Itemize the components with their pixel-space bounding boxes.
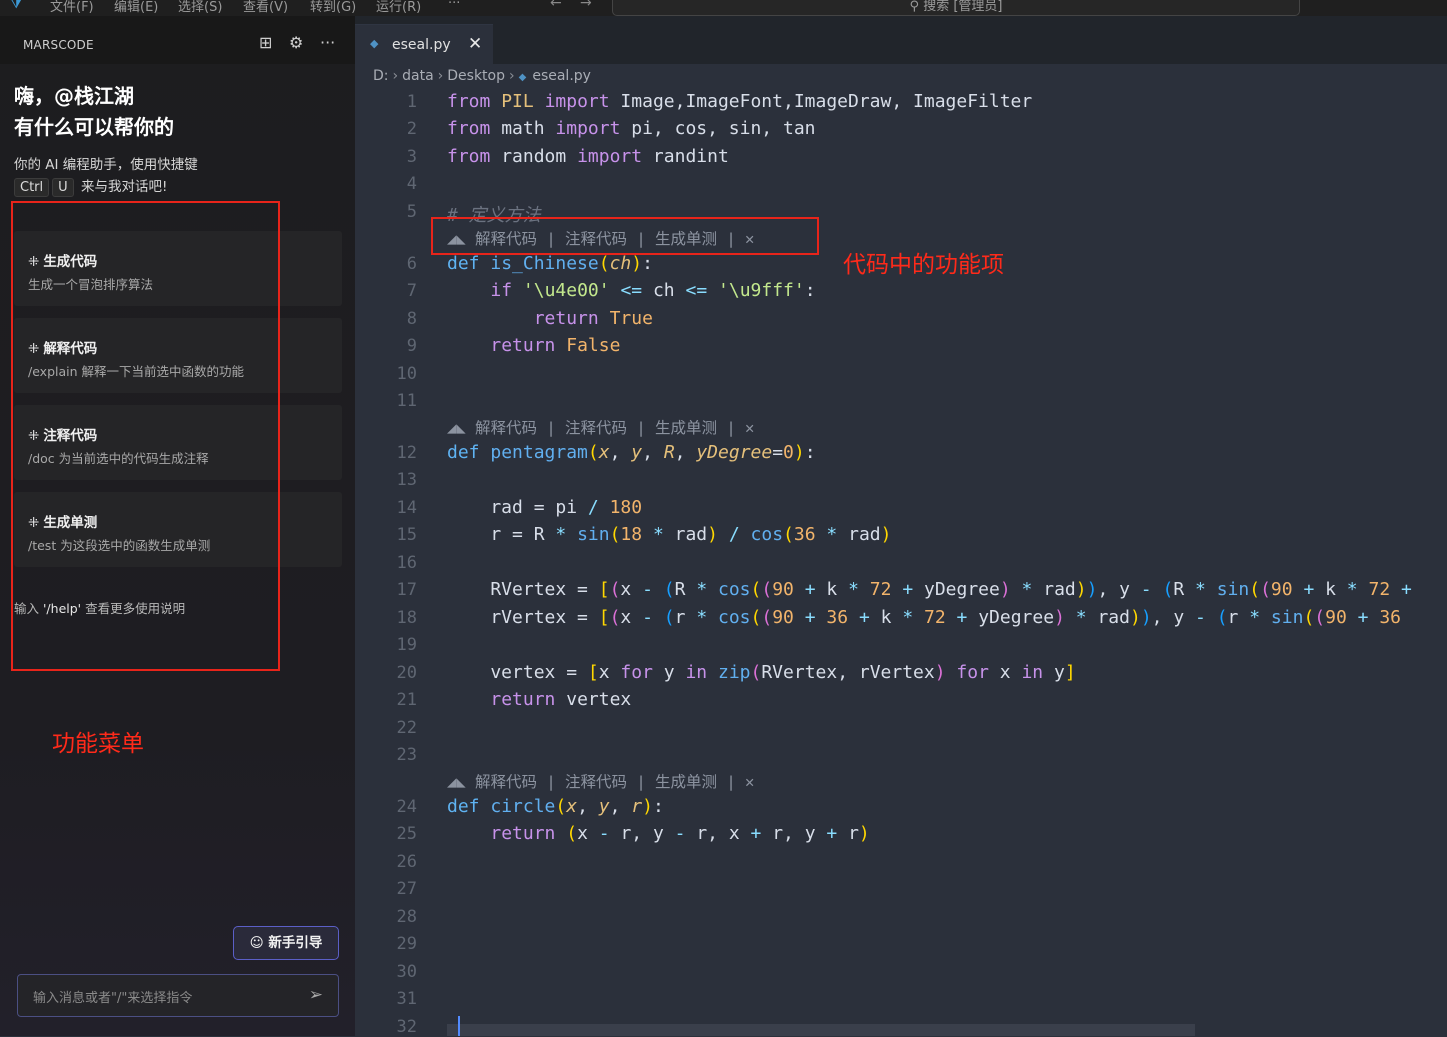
line-number: 6 <box>406 254 417 274</box>
line-number: 17 <box>396 580 417 600</box>
annotation-label-codelens: 代码中的功能项 <box>843 252 1004 278</box>
horizontal-scrollbar[interactable] <box>447 1024 1195 1036</box>
line-number: 10 <box>396 364 417 384</box>
menu-go[interactable]: 转到(G) <box>310 0 356 15</box>
greeting-line-1: 嗨，@栈江湖 <box>14 84 134 108</box>
line-number: 13 <box>396 470 417 490</box>
vscode-logo-icon: ⧩ <box>10 0 23 12</box>
line-number: 8 <box>406 309 417 329</box>
line-number: 20 <box>396 663 417 683</box>
line-number: 21 <box>396 690 417 710</box>
line-number: 27 <box>396 879 417 899</box>
code-line: return True <box>533 308 653 329</box>
greeting-line-2: 有什么可以帮你的 <box>14 115 174 139</box>
line-number: 9 <box>406 336 417 356</box>
annotation-box-menu <box>11 201 280 671</box>
guide-button-label: 新手引导 <box>268 935 323 951</box>
new-chat-icon[interactable]: ⊞ <box>259 33 272 52</box>
menu-file[interactable]: 文件(F) <box>50 0 94 15</box>
code-line: from PIL import Image,ImageFont,ImageDra… <box>447 91 1033 112</box>
code-line: rVertex = [(x - (r * cos((90 + 36 + k * … <box>447 607 1402 628</box>
line-number: 32 <box>396 1017 417 1037</box>
settings-sliders-icon[interactable]: ⚙ <box>289 33 303 52</box>
line-number: 22 <box>396 718 417 738</box>
marscode-logo-icon: ◢◣ <box>447 419 466 437</box>
chat-placeholder: 输入消息或者"/"来选择指令 <box>33 991 193 1006</box>
code-line: def circle(x, y, r): <box>447 796 664 817</box>
line-number: 30 <box>396 962 417 982</box>
code-line: if '\u4e00' <= ch <= '\u9fff': <box>490 280 816 301</box>
line-number: 25 <box>396 824 417 844</box>
sidebar-title: MARSCODE <box>23 38 94 52</box>
line-number: 11 <box>396 391 417 411</box>
menu-edit[interactable]: 编辑(E) <box>114 0 158 15</box>
chat-input[interactable]: 输入消息或者"/"来选择指令 ➢ <box>17 974 339 1017</box>
more-actions-icon[interactable]: ··· <box>320 33 335 52</box>
send-icon[interactable]: ➢ <box>309 985 323 1005</box>
line-number: 7 <box>406 281 417 301</box>
line-number: 23 <box>396 745 417 765</box>
line-number: 31 <box>396 989 417 1009</box>
code-line: from math import pi, cos, sin, tan <box>447 118 816 139</box>
line-number: 18 <box>396 608 417 628</box>
code-line: from random import randint <box>447 146 729 167</box>
code-line: def is_Chinese(ch): <box>447 253 653 274</box>
shortcut-line: Ctrl U 来与我对话吧! <box>14 175 167 197</box>
menu-selection[interactable]: 选择(S) <box>178 0 222 15</box>
line-number: 2 <box>406 119 417 139</box>
line-number: 29 <box>396 934 417 954</box>
line-number: 28 <box>396 907 417 927</box>
intro-tail: 来与我对话吧! <box>80 179 168 195</box>
smile-icon: ☺ <box>249 935 264 951</box>
code-line: return False <box>490 335 621 356</box>
line-number: 4 <box>406 174 417 194</box>
codelens-label[interactable]: 解释代码 | 注释代码 | 生成单测 | ✕ <box>475 773 754 791</box>
marscode-sidebar: MARSCODE ⊞ ⚙ ··· 嗨，@栈江湖 有什么可以帮你的 你的 AI 编… <box>0 16 355 1036</box>
line-number: 1 <box>406 92 417 112</box>
menu-view[interactable]: 查看(V) <box>243 0 288 15</box>
text-cursor <box>458 1016 460 1036</box>
code-line: return vertex <box>490 689 632 710</box>
annotation-box-codelens <box>431 217 819 255</box>
code-line: RVertex = [(x - (R * cos((90 + k * 72 + … <box>447 579 1412 600</box>
code-editor[interactable]: 1 2 3 4 5 6 7 8 9 10 11 12 13 14 15 16 1… <box>355 0 1447 1037</box>
codelens-label[interactable]: 解释代码 | 注释代码 | 生成单测 | ✕ <box>475 419 754 437</box>
key-ctrl: Ctrl <box>14 178 50 197</box>
line-number: 19 <box>396 635 417 655</box>
sidebar-header: MARSCODE ⊞ ⚙ ··· <box>0 16 355 64</box>
line-number: 3 <box>406 147 417 167</box>
line-number: 14 <box>396 498 417 518</box>
guide-button[interactable]: ☺ 新手引导 <box>233 926 339 960</box>
code-line: def pentagram(x, y, R, yDegree=0): <box>447 442 816 463</box>
code-line: return (x - r, y - r, x + r, y + r) <box>490 823 870 844</box>
annotation-label-menu: 功能菜单 <box>52 731 144 757</box>
code-line: rad = pi / 180 <box>447 497 643 518</box>
marscode-logo-icon: ◢◣ <box>447 773 466 791</box>
line-number: 24 <box>396 797 417 817</box>
line-number: 12 <box>396 443 417 463</box>
line-number: 16 <box>396 553 417 573</box>
code-line: r = R * sin(18 * rad) / cos(36 * rad) <box>447 524 892 545</box>
intro-text: 你的 AI 编程助手，使用快捷键 <box>14 157 198 173</box>
line-number: 5 <box>406 202 417 222</box>
codelens-actions[interactable]: ◢◣ 解释代码 | 注释代码 | 生成单测 | ✕ <box>447 770 754 792</box>
line-number: 15 <box>396 525 417 545</box>
code-line: vertex = [x for y in zip(RVertex, rVerte… <box>447 662 1076 683</box>
key-u: U <box>52 178 74 197</box>
codelens-actions[interactable]: ◢◣ 解释代码 | 注释代码 | 生成单测 | ✕ <box>447 416 754 438</box>
line-number: 26 <box>396 852 417 872</box>
